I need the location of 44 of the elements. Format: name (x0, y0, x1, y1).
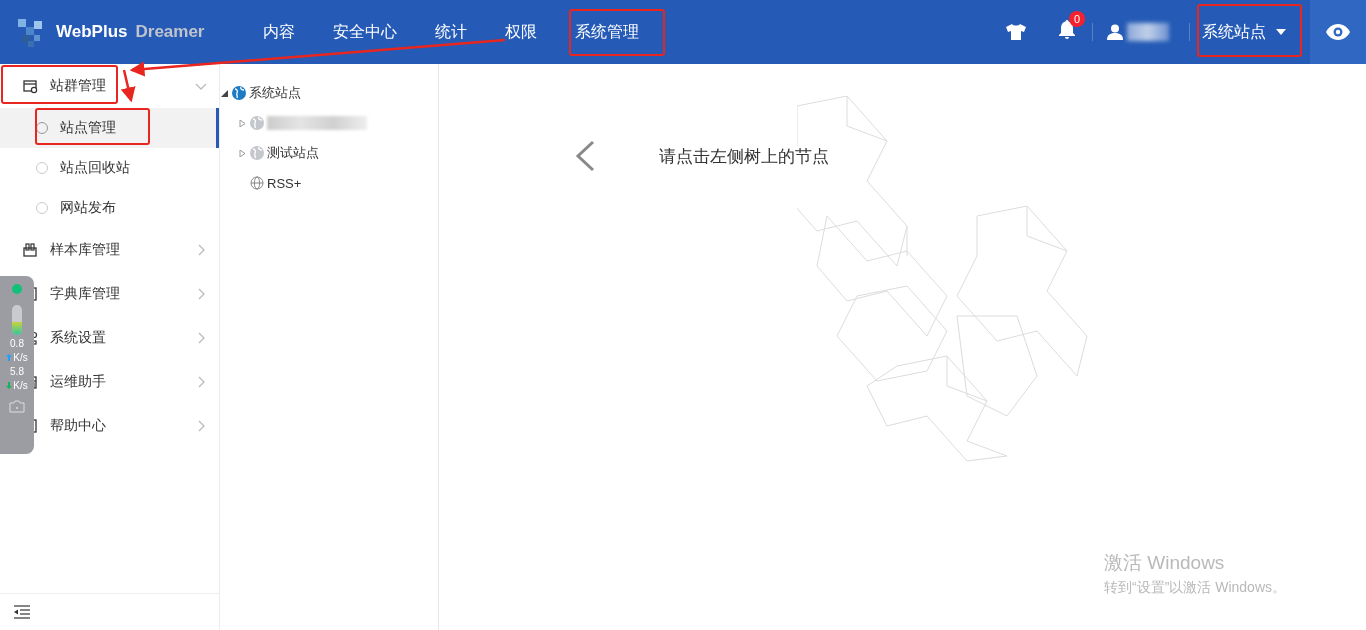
speed-unit: K/s (13, 352, 28, 363)
download-speed: 5.8 (10, 366, 24, 377)
expanded-arrow-icon[interactable] (221, 89, 228, 97)
collapsed-arrow-icon[interactable] (239, 149, 246, 157)
submenu-item[interactable]: 站点管理 (0, 108, 219, 148)
user-icon[interactable] (1107, 24, 1123, 40)
tree-item[interactable]: 测试站点 (267, 144, 319, 162)
upload-speed: 0.8 (10, 338, 24, 349)
down-arrow-icon (6, 382, 13, 389)
globe-icon (250, 176, 264, 190)
eye-icon[interactable] (1326, 24, 1350, 40)
globe-icon (232, 86, 246, 100)
activation-title: 激活 Windows (1104, 551, 1226, 575)
nav-item[interactable]: 系统管理 (556, 0, 658, 64)
blurred-username (1127, 23, 1169, 41)
collapsed-arrow-icon[interactable] (239, 119, 246, 127)
globe-icon (250, 146, 264, 160)
memory-meter (12, 305, 22, 335)
nav-item[interactable]: 权限 (486, 0, 556, 64)
speed-unit: K/s (13, 380, 28, 391)
logo-subtitle: Dreamer (135, 22, 205, 42)
hint-text: 请点击左侧树上的节点 (659, 145, 829, 168)
tree-item[interactable]: 系统站点 (249, 84, 301, 102)
globe-icon (250, 116, 264, 130)
tree-item[interactable]: RSS+ (267, 175, 302, 191)
activation-text: 转到“设置”以激活 Windows。 (1104, 579, 1286, 597)
nav-item[interactable]: 安全中心 (314, 0, 416, 64)
menu-item[interactable]: 样本库管理 (0, 228, 219, 272)
up-arrow-icon (6, 354, 13, 361)
bell-icon[interactable] (1058, 20, 1076, 40)
notification-badge: 0 (1069, 11, 1085, 27)
logo-text: WebPlus (56, 22, 128, 42)
shirt-icon[interactable] (1006, 24, 1026, 40)
status-dot-icon (12, 284, 22, 294)
collapse-menu-icon[interactable] (14, 605, 30, 619)
nav-item[interactable]: 统计 (416, 0, 486, 64)
caret-icon (1276, 29, 1286, 35)
submenu-item[interactable]: 网站发布 (0, 188, 219, 228)
menu-item-icon (22, 78, 38, 94)
menu-item[interactable]: 站群管理 (0, 64, 219, 108)
site-selector[interactable]: 系统站点 (1190, 7, 1298, 57)
nav-item[interactable]: 内容 (244, 0, 314, 64)
submenu-item[interactable]: 站点回收站 (0, 148, 219, 188)
menu-item-icon (22, 242, 38, 258)
